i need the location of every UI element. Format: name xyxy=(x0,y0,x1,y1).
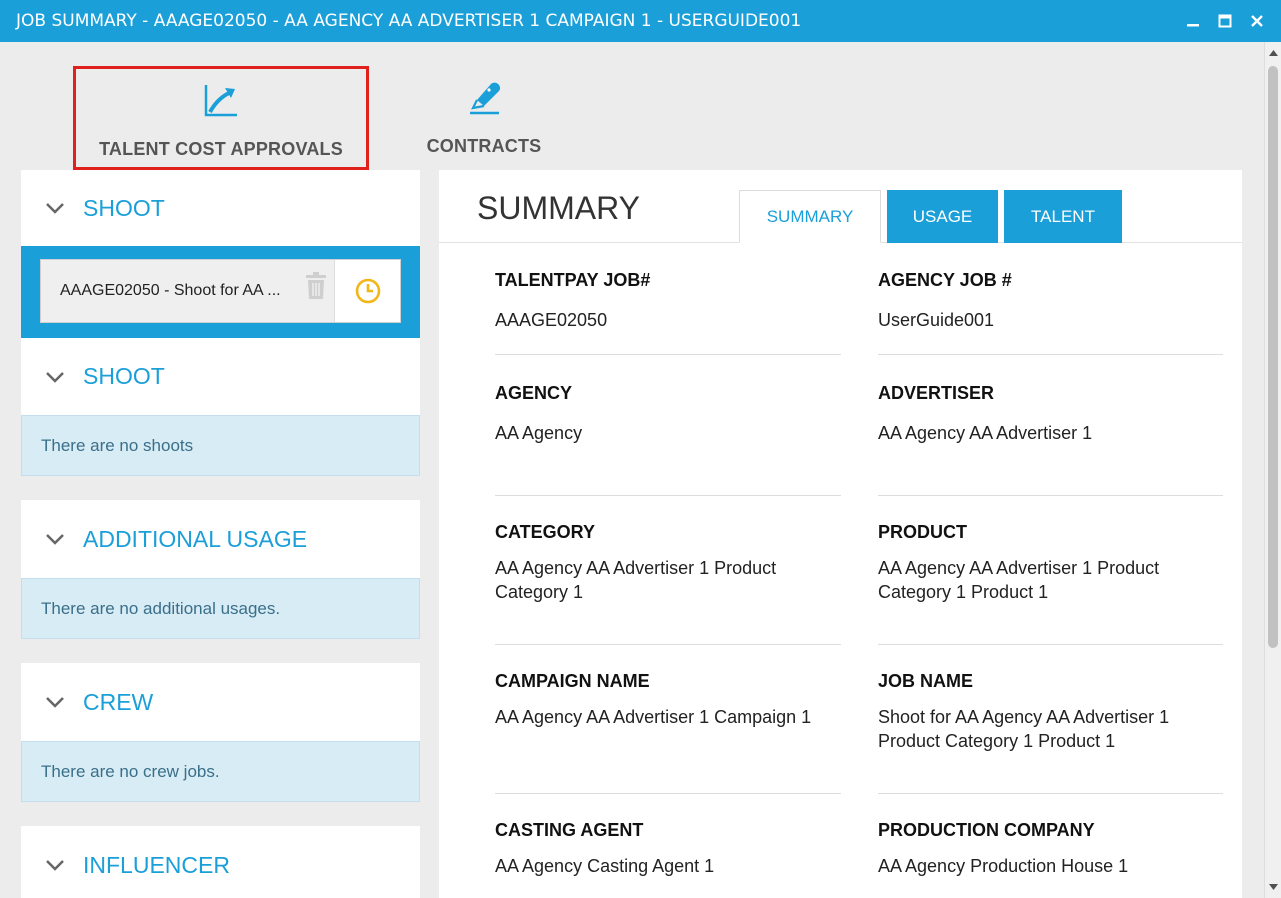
field-label: AGENCY xyxy=(495,383,573,403)
field-label: TALENTPAY JOB# xyxy=(495,270,651,290)
field-label: PRODUCT xyxy=(878,522,967,542)
minimize-button[interactable] xyxy=(1177,5,1209,37)
field-value: AA Agency AA Advertiser 1 xyxy=(878,423,1093,443)
summary-fields: TALENTPAY JOB# AAAGE02050 AGENCY JOB # U… xyxy=(495,258,1223,894)
scroll-thumb[interactable] xyxy=(1268,66,1278,648)
field-product: PRODUCT AA Agency AA Advertiser 1 Produc… xyxy=(878,496,1223,645)
job-summary-window: JOB SUMMARY - AAAGE02050 - AA AGENCY AA … xyxy=(0,0,1281,898)
window-title: JOB SUMMARY - AAAGE02050 - AA AGENCY AA … xyxy=(16,11,802,31)
field-value: AA Agency Casting Agent 1 xyxy=(495,856,715,876)
field-value: AA Agency Production House 1 xyxy=(878,856,1129,876)
contracts-label: CONTRACTS xyxy=(426,136,542,156)
field-agency-job: AGENCY JOB # UserGuide001 xyxy=(878,258,1223,355)
field-label: PRODUCTION COMPANY xyxy=(878,820,1095,840)
field-advertiser: ADVERTISER AA Agency AA Advertiser 1 xyxy=(878,371,1223,496)
field-campaign-name: CAMPAIGN NAME AA Agency AA Advertiser 1 … xyxy=(495,645,841,794)
close-button[interactable] xyxy=(1241,5,1273,37)
close-icon xyxy=(1251,15,1263,27)
tab-summary[interactable]: SUMMARY xyxy=(739,190,881,243)
trend-arrow-icon xyxy=(204,85,237,117)
field-value: AA Agency AA Advertiser 1 Product Catego… xyxy=(495,558,777,602)
crew-section-title: CREW xyxy=(83,688,154,715)
scroll-down-icon xyxy=(1269,884,1278,890)
field-label: JOB NAME xyxy=(878,671,974,691)
field-label: ADVERTISER xyxy=(878,383,995,403)
vertical-scrollbar[interactable] xyxy=(1264,42,1281,898)
shoot-card[interactable]: AAAGE02050 - Shoot for AA ... xyxy=(40,259,401,323)
chevron-down-icon xyxy=(46,371,64,383)
field-label: CASTING AGENT xyxy=(495,820,644,840)
field-row: CAMPAIGN NAME AA Agency AA Advertiser 1 … xyxy=(495,645,1223,794)
tab-talent[interactable]: TALENT xyxy=(1004,190,1122,243)
minimize-icon xyxy=(1187,24,1199,27)
additional-usage-section-header[interactable]: ADDITIONAL USAGE xyxy=(21,500,420,578)
scroll-up-icon xyxy=(1269,50,1278,56)
influencer-section-title: INFLUENCER xyxy=(83,851,230,878)
field-value: UserGuide001 xyxy=(878,310,995,330)
shoot2-section-header[interactable]: SHOOT xyxy=(21,338,420,415)
field-row: CATEGORY AA Agency AA Advertiser 1 Produ… xyxy=(495,496,1223,645)
scroll-down-button[interactable] xyxy=(1265,880,1281,894)
field-category: CATEGORY AA Agency AA Advertiser 1 Produ… xyxy=(495,496,841,645)
contracts-button[interactable]: CONTRACTS xyxy=(410,66,558,170)
field-value: AAAGE02050 xyxy=(495,310,608,330)
chevron-down-icon xyxy=(46,203,64,214)
maximize-icon xyxy=(1218,14,1232,28)
no-additional-usages-message: There are no additional usages. xyxy=(21,578,420,639)
left-column: SHOOT AAAGE02050 - Shoot for AA ... SHOO… xyxy=(21,170,420,898)
panel-header: SUMMARY SUMMARY USAGE TALENT xyxy=(439,170,1242,243)
field-label: AGENCY JOB # xyxy=(878,270,1012,290)
field-production-company: PRODUCTION COMPANY AA Agency Production … xyxy=(878,794,1223,894)
field-value: AA Agency xyxy=(495,423,583,443)
crew-section-header[interactable]: CREW xyxy=(21,663,420,741)
pen-signature-icon xyxy=(470,82,501,115)
tab-bar: SUMMARY USAGE TALENT xyxy=(739,190,1128,243)
additional-usage-section-title: ADDITIONAL USAGE xyxy=(83,525,308,552)
chevron-down-icon xyxy=(46,534,64,545)
shoot-section-title: SHOOT xyxy=(83,194,165,221)
field-casting-agent: CASTING AGENT AA Agency Casting Agent 1 xyxy=(495,794,841,894)
field-value: AA Agency AA Advertiser 1 Campaign 1 xyxy=(495,707,812,727)
field-talentpay-job: TALENTPAY JOB# AAAGE02050 xyxy=(495,258,841,355)
panel-title: SUMMARY xyxy=(477,190,640,226)
shoot-item[interactable]: AAAGE02050 - Shoot for AA ... xyxy=(41,260,334,322)
talent-cost-approvals-label: TALENT COST APPROVALS xyxy=(99,139,343,159)
shoot-item-label: AAAGE02050 - Shoot for AA ... xyxy=(60,282,281,299)
influencer-section-header[interactable]: INFLUENCER xyxy=(21,826,420,898)
clock-icon xyxy=(355,278,380,304)
chevron-down-icon xyxy=(46,697,64,708)
talent-cost-approvals-button[interactable]: TALENT COST APPROVALS xyxy=(73,66,369,170)
clock-button[interactable] xyxy=(334,260,400,322)
chevron-down-icon xyxy=(46,860,64,871)
summary-panel: SUMMARY SUMMARY USAGE TALENT TALENTPAY J… xyxy=(439,170,1242,898)
field-job-name: JOB NAME Shoot for AA Agency AA Advertis… xyxy=(878,645,1223,794)
field-row: AGENCY AA Agency ADVERTISER AA Agency AA… xyxy=(495,371,1223,496)
field-label: CATEGORY xyxy=(495,522,596,542)
title-bar: JOB SUMMARY - AAAGE02050 - AA AGENCY AA … xyxy=(0,0,1281,42)
no-crew-jobs-message: There are no crew jobs. xyxy=(21,741,420,802)
field-label: CAMPAIGN NAME xyxy=(495,671,650,691)
field-value: AA Agency AA Advertiser 1 Product Catego… xyxy=(878,558,1160,602)
field-agency: AGENCY AA Agency xyxy=(495,371,841,496)
field-row: CASTING AGENT AA Agency Casting Agent 1 … xyxy=(495,794,1223,894)
trash-icon[interactable] xyxy=(304,272,328,300)
no-shoots-message: There are no shoots xyxy=(21,415,420,476)
shoot-section-header[interactable]: SHOOT xyxy=(21,170,420,246)
field-row: TALENTPAY JOB# AAAGE02050 AGENCY JOB # U… xyxy=(495,258,1223,355)
shoot2-section-title: SHOOT xyxy=(83,363,165,389)
field-value: Shoot for AA Agency AA Advertiser 1 Prod… xyxy=(878,707,1170,751)
maximize-button[interactable] xyxy=(1209,5,1241,37)
tab-usage[interactable]: USAGE xyxy=(887,190,998,243)
selected-shoot: AAAGE02050 - Shoot for AA ... xyxy=(21,246,420,338)
scroll-up-button[interactable] xyxy=(1265,46,1281,60)
